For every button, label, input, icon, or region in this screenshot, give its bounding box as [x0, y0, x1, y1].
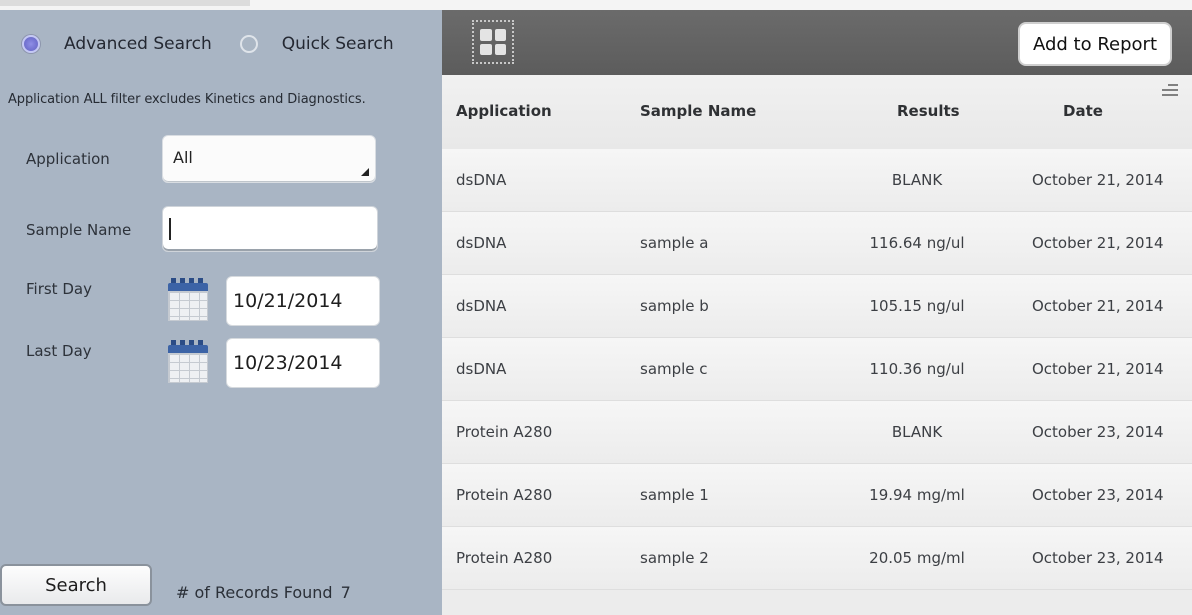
last-day-label: Last Day [26, 342, 92, 360]
cell-sample-name: sample b [640, 297, 709, 315]
cell-date: October 21, 2014 [1032, 171, 1164, 189]
cell-results: 105.15 ng/ul [869, 297, 965, 315]
records-found-label: # of Records Found [176, 583, 333, 602]
cell-application: dsDNA [456, 234, 507, 252]
filter-notice: Application ALL filter excludes Kinetics… [8, 92, 366, 107]
cell-results: 110.36 ng/ul [869, 360, 965, 378]
quick-search-label[interactable]: Quick Search [282, 34, 394, 54]
cell-date: October 23, 2014 [1032, 549, 1164, 567]
cell-application: Protein A280 [456, 549, 553, 567]
cell-date: October 21, 2014 [1032, 297, 1164, 315]
search-button[interactable]: Search [0, 564, 152, 606]
cell-sample-name: sample 2 [640, 549, 709, 567]
cell-date: October 21, 2014 [1032, 234, 1164, 252]
table-row[interactable]: dsDNA sample a 116.64 ng/ul October 21, … [442, 212, 1192, 275]
table-row[interactable]: dsDNA sample c 110.36 ng/ul October 21, … [442, 338, 1192, 401]
search-mode-group: Advanced Search Quick Search [22, 34, 422, 54]
records-found: # of Records Found 7 [176, 583, 351, 602]
cell-sample-name: sample a [640, 234, 709, 252]
dropdown-arrow-icon [361, 168, 369, 176]
results-table: Application Sample Name Results Date dsD… [442, 75, 1192, 615]
last-day-input[interactable]: 10/23/2014 [226, 338, 380, 388]
top-strip-tab [0, 0, 250, 6]
cell-application: Protein A280 [456, 486, 553, 504]
top-strip [0, 0, 1192, 10]
cell-date: October 23, 2014 [1032, 423, 1164, 441]
cell-results: 19.94 mg/ml [869, 486, 965, 504]
cell-application: dsDNA [456, 360, 507, 378]
results-toolbar: Add to Report [442, 10, 1192, 75]
cell-application: Protein A280 [456, 423, 553, 441]
add-to-report-button[interactable]: Add to Report [1018, 22, 1172, 66]
application-select-value: All [173, 148, 193, 167]
search-panel: Advanced Search Quick Search Application… [0, 10, 442, 615]
cell-date: October 23, 2014 [1032, 486, 1164, 504]
sample-name-input[interactable] [162, 206, 378, 252]
column-header-application[interactable]: Application [456, 102, 552, 120]
column-header-results[interactable]: Results [897, 102, 960, 120]
cell-results: 20.05 mg/ml [869, 549, 965, 567]
cell-sample-name: sample 1 [640, 486, 709, 504]
menu-icon[interactable] [1162, 84, 1178, 98]
cell-date: October 21, 2014 [1032, 360, 1164, 378]
table-row[interactable]: Protein A280 sample 2 20.05 mg/ml Octobe… [442, 527, 1192, 590]
table-row[interactable]: Protein A280 sample 1 19.94 mg/ml Octobe… [442, 464, 1192, 527]
sample-name-label: Sample Name [26, 221, 132, 239]
table-row[interactable]: dsDNA BLANK October 21, 2014 [442, 149, 1192, 212]
last-day-calendar-icon[interactable] [164, 340, 212, 386]
records-found-count: 7 [340, 583, 351, 602]
quick-search-radio[interactable] [239, 35, 258, 53]
first-day-input[interactable]: 10/21/2014 [226, 276, 380, 326]
cell-application: dsDNA [456, 297, 507, 315]
cell-application: dsDNA [456, 171, 507, 189]
cell-results: BLANK [891, 423, 943, 441]
table-row[interactable]: Protein A280 BLANK October 23, 2014 [442, 401, 1192, 464]
advanced-search-label[interactable]: Advanced Search [64, 34, 212, 54]
column-header-date[interactable]: Date [1063, 102, 1103, 120]
application-label: Application [26, 150, 110, 168]
application-select[interactable]: All [162, 135, 376, 183]
cell-results: 116.64 ng/ul [869, 234, 965, 252]
table-header: Application Sample Name Results Date [442, 75, 1192, 149]
advanced-search-radio[interactable] [22, 35, 40, 53]
column-header-sample-name[interactable]: Sample Name [640, 102, 756, 120]
table-row[interactable]: dsDNA sample b 105.15 ng/ul October 21, … [442, 275, 1192, 338]
first-day-calendar-icon[interactable] [164, 278, 212, 324]
first-day-label: First Day [26, 280, 92, 298]
grid-view-icon[interactable] [472, 20, 514, 64]
cell-results: BLANK [891, 171, 943, 189]
cell-sample-name: sample c [640, 360, 708, 378]
text-cursor [169, 218, 171, 240]
